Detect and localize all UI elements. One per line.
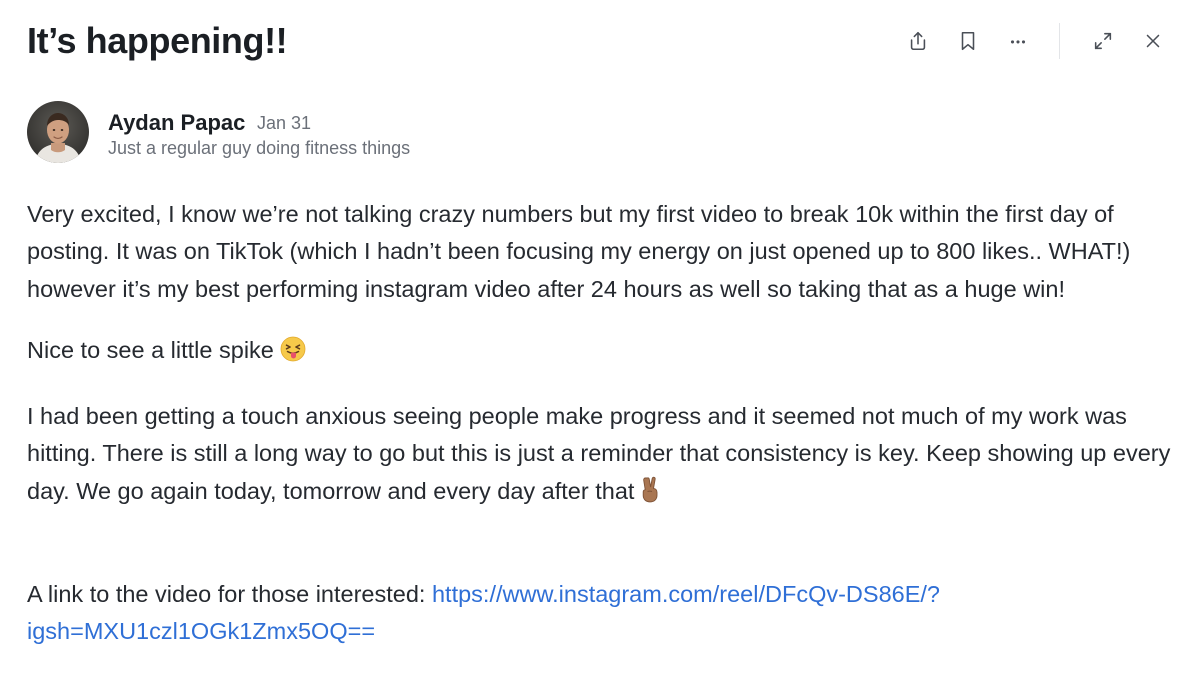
post-title: It’s happening!! xyxy=(27,20,288,61)
paragraph-4-text: A link to the video for those interested… xyxy=(27,581,432,608)
post-body: Very excited, I know we’re not talking c… xyxy=(27,196,1177,651)
avatar[interactable] xyxy=(27,101,89,163)
paragraph-3-text: I had been getting a touch anxious seein… xyxy=(27,403,1171,504)
paragraph-2-text: Nice to see a little spike xyxy=(27,336,274,363)
paragraph-2: Nice to see a little spike xyxy=(27,332,1177,373)
paragraph-3: I had been getting a touch anxious seein… xyxy=(27,398,1177,514)
toolbar-divider xyxy=(1059,23,1060,59)
close-icon xyxy=(1146,34,1160,48)
more-icon xyxy=(1010,40,1026,44)
post-header: It’s happening!! xyxy=(27,16,1170,68)
victory-hand-icon xyxy=(640,475,662,514)
post-actions xyxy=(901,23,1170,59)
paragraph-1: Very excited, I know we’re not talking c… xyxy=(27,201,1131,302)
share-button[interactable] xyxy=(901,24,935,58)
squinting-face-with-tongue-icon xyxy=(280,336,306,373)
bookmark-icon xyxy=(961,31,975,51)
author-name[interactable]: Aydan Papac xyxy=(108,110,245,136)
expand-icon xyxy=(1094,32,1112,50)
bookmark-button[interactable] xyxy=(951,24,985,58)
more-options-button[interactable] xyxy=(1001,24,1035,58)
close-button[interactable] xyxy=(1136,24,1170,58)
share-icon xyxy=(910,31,926,51)
author-bio: Just a regular guy doing fitness things xyxy=(108,138,411,158)
post-date: Jan 31 xyxy=(257,113,312,133)
expand-button[interactable] xyxy=(1086,24,1120,58)
paragraph-4: A link to the video for those interested… xyxy=(27,576,1177,651)
